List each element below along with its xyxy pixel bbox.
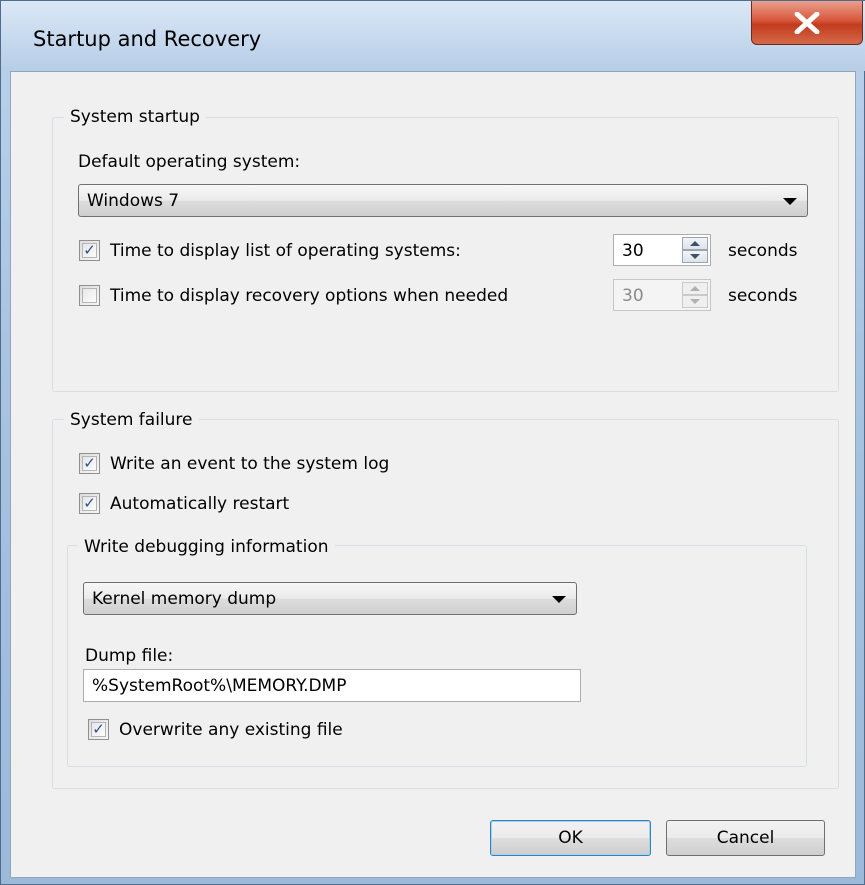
checkmark-icon: ✓ (83, 241, 96, 259)
window-title: Startup and Recovery (33, 27, 262, 51)
display-recovery-unit: seconds (728, 286, 798, 306)
ok-button[interactable]: OK (490, 820, 651, 856)
system-failure-label: System failure (64, 410, 199, 430)
spin-down-button[interactable] (682, 250, 708, 263)
dialog-window: Startup and Recovery System startup Defa… (0, 0, 865, 885)
checkbox-box: ✓ (82, 456, 97, 471)
checkbox-box: ✓ (82, 496, 97, 511)
close-icon (794, 11, 820, 34)
overwrite-label[interactable]: Overwrite any existing file (119, 720, 343, 740)
default-os-value: Windows 7 (87, 191, 180, 211)
spin-up-button[interactable] (682, 237, 708, 250)
checkbox-box (82, 288, 97, 303)
spin-down-button[interactable] (682, 295, 708, 308)
cancel-button[interactable]: Cancel (666, 820, 825, 856)
title-bar[interactable]: Startup and Recovery (1, 1, 865, 71)
dump-file-value: %SystemRoot%\MEMORY.DMP (92, 676, 347, 696)
dump-file-label: Dump file: (85, 646, 174, 666)
arrow-down-icon (690, 254, 700, 259)
display-recovery-label[interactable]: Time to display recovery options when ne… (110, 286, 508, 306)
arrow-up-icon (690, 241, 700, 246)
display-list-seconds-value: 30 (622, 241, 644, 261)
checkmark-icon: ✓ (83, 494, 96, 512)
display-recovery-seconds-value: 30 (622, 286, 644, 306)
dump-type-select[interactable]: Kernel memory dump (83, 582, 577, 615)
display-list-seconds-input[interactable]: 30 (613, 234, 711, 266)
display-recovery-checkbox[interactable] (79, 285, 100, 306)
overwrite-checkbox[interactable]: ✓ (88, 719, 109, 740)
debugging-label: Write debugging information (78, 537, 335, 557)
dump-type-value: Kernel memory dump (92, 589, 277, 609)
checkbox-box: ✓ (91, 722, 106, 737)
write-event-checkbox[interactable]: ✓ (79, 453, 100, 474)
dump-file-input[interactable]: %SystemRoot%\MEMORY.DMP (83, 669, 581, 702)
close-button[interactable] (751, 1, 863, 45)
checkmark-icon: ✓ (83, 454, 96, 472)
display-recovery-seconds-input[interactable]: 30 (613, 279, 711, 311)
display-list-checkbox[interactable]: ✓ (79, 240, 100, 261)
checkmark-icon: ✓ (92, 720, 105, 738)
display-list-unit: seconds (728, 241, 798, 261)
write-event-label[interactable]: Write an event to the system log (110, 454, 389, 474)
auto-restart-checkbox[interactable]: ✓ (79, 493, 100, 514)
arrow-down-icon (690, 299, 700, 304)
default-os-label: Default operating system: (78, 152, 301, 172)
default-os-select[interactable]: Windows 7 (78, 184, 808, 217)
spin-up-button[interactable] (682, 282, 708, 295)
display-list-label[interactable]: Time to display list of operating system… (110, 241, 461, 261)
system-startup-label: System startup (64, 107, 206, 127)
display-recovery-spinner[interactable] (682, 282, 708, 308)
arrow-up-icon (690, 286, 700, 291)
chevron-down-icon (783, 198, 797, 205)
chevron-down-icon (552, 596, 566, 603)
auto-restart-label[interactable]: Automatically restart (110, 494, 289, 514)
checkbox-box: ✓ (82, 243, 97, 258)
dialog-client-area: System startup Default operating system:… (10, 71, 856, 878)
display-list-spinner[interactable] (682, 237, 708, 263)
